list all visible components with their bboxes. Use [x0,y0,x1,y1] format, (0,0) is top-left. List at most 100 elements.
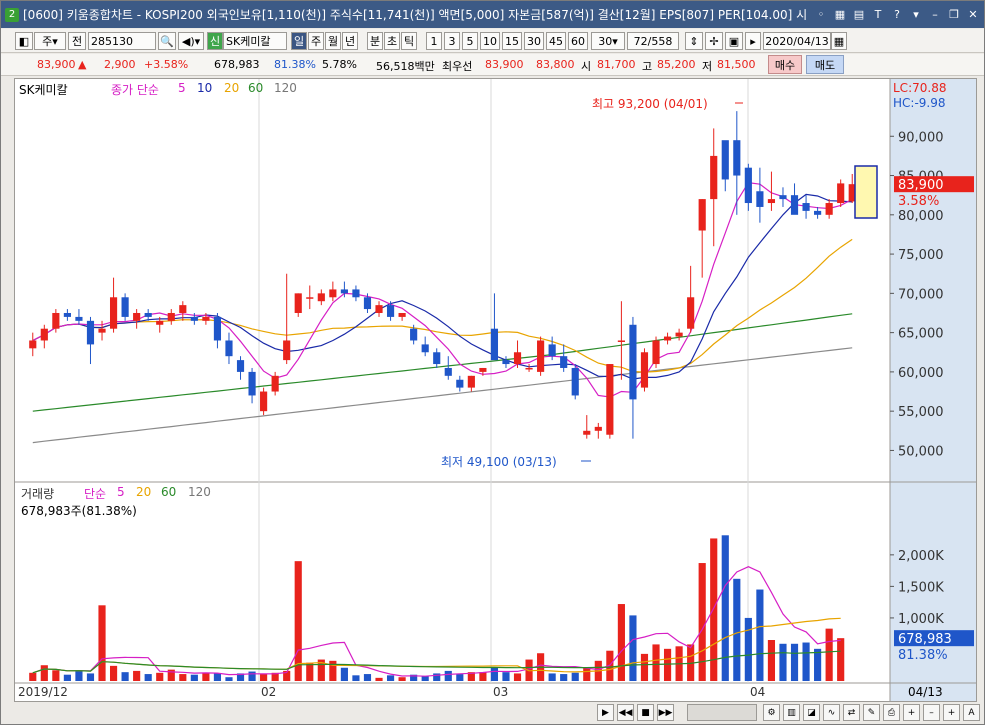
zoom-out-icon[interactable]: – [923,704,940,721]
volume-bar [444,670,452,681]
grid-icon[interactable]: ▦ [832,7,848,23]
close-icon[interactable]: ✕ [965,7,981,23]
candle-body [329,289,337,298]
candle-body [744,167,752,204]
stop-icon[interactable]: ■ [637,704,654,721]
volume-bar [202,673,210,681]
crosshair-icon[interactable]: ✢ [705,32,723,50]
text-icon[interactable]: T [870,7,886,23]
chart-canvas: 90,00085,00080,00075,00070,00065,00060,0… [15,79,976,701]
volume-bar [213,673,222,681]
play-icon[interactable]: ▶ [597,704,614,721]
link-icon[interactable]: ◦ [813,7,829,23]
volume-bar [375,677,383,681]
calendar-icon[interactable]: ▦ [831,32,847,50]
volume-bar [617,604,625,681]
candle-body [779,195,787,200]
settings-icon[interactable]: ⚙ [763,704,780,721]
custom-minute-select[interactable]: 30 ▾ [591,32,625,50]
volume-bar [156,672,164,681]
stock-code-input[interactable]: 285130 [88,32,156,50]
layout-icon[interactable]: ◧ [15,32,33,50]
zoom-icon[interactable]: ⇕ [685,32,703,50]
minute-5[interactable]: 5 [462,32,478,50]
minute-45[interactable]: 45 [546,32,566,50]
add-icon[interactable]: + [943,704,960,721]
volume-bar [98,605,106,681]
interval-tick[interactable]: 틱 [401,32,417,50]
chart-type-icon[interactable]: ▥ [783,704,800,721]
low-label: 저 [702,60,713,73]
scrollbar[interactable] [687,704,757,721]
draw-icon[interactable]: ✎ [863,704,880,721]
minute-30[interactable]: 30 [524,32,544,50]
dropdown-icon[interactable]: ▾ [908,7,924,23]
font-size-icon[interactable]: A [963,704,980,721]
candle-body [594,426,602,431]
toolbar: ◧ 주 ▾ 전 285130 🔍 ◀)▾ 신 SK케미칼 일 주 월 년 분 초 … [1,29,984,53]
candle-body [63,312,71,317]
pin-icon[interactable]: ▤ [851,7,867,23]
scroll-icon[interactable]: ▸ [745,32,761,50]
ma120-line [32,347,853,444]
minimize-icon[interactable]: – [927,7,943,23]
volume-bar [225,677,233,681]
volume-ma5-line [32,566,841,677]
rewind-icon[interactable]: ◀◀ [617,704,634,721]
candle-body [317,293,325,302]
date-label: 04 [750,685,765,699]
stock-name-field[interactable]: SK케미칼 [223,32,287,50]
volume-bar [248,671,256,681]
search-icon[interactable]: 🔍 [158,32,176,50]
volume-bar [721,535,729,681]
candle-body [687,297,695,329]
indicator-icon[interactable]: ◪ [803,704,820,721]
current-price: 83,900 [37,58,76,71]
chart-area[interactable]: 90,00085,00080,00075,00070,00065,00060,0… [14,78,977,702]
interval-year[interactable]: 년 [342,32,358,50]
candle-body [375,305,383,313]
forward-icon[interactable]: ▶▶ [657,704,674,721]
legend-ma5: 5 [178,81,186,95]
interval-second[interactable]: 초 [384,32,400,50]
buy-button[interactable]: 매수 [768,55,802,74]
interval-minute[interactable]: 분 [367,32,383,50]
date-input[interactable]: 2020/04/13 [763,32,831,50]
compare-icon[interactable]: ⇄ [843,704,860,721]
sound-icon[interactable]: ◀)▾ [178,32,204,50]
save-icon[interactable]: ▣ [725,32,743,50]
quote-bar: 83,900 ▲ 2,900 +3.58% 678,983 81.38% 5.7… [1,54,984,76]
volume-bar [698,563,706,681]
interval-day[interactable]: 일 [291,32,307,50]
restore-icon[interactable]: ❐ [946,7,962,23]
title-bar[interactable]: 2 [0600] 키움종합차트 - KOSPI200 외국인보유[1,110(천… [1,1,984,28]
trend-icon[interactable]: ∿ [823,704,840,721]
volume-bar [513,673,522,681]
volume-bar [663,648,672,681]
volume-bar [767,640,776,681]
minute-10[interactable]: 10 [480,32,500,50]
high-annotation: 최고 93,200 (04/01) [592,97,708,111]
candle-body [410,328,418,341]
volume-bar [75,670,83,681]
zoom-in-icon[interactable]: + [903,704,920,721]
forecast-box [854,165,878,219]
count-input[interactable]: 72/558 [627,32,679,50]
candle-body [421,344,429,353]
price-tick-label: 90,000 [898,130,944,145]
minute-3[interactable]: 3 [444,32,460,50]
interval-week[interactable]: 주 [308,32,324,50]
help-icon[interactable]: ? [889,7,905,23]
period-select[interactable]: 주 ▾ [34,32,66,50]
price-tick-label: 75,000 [898,248,944,263]
minute-15[interactable]: 15 [502,32,522,50]
prev-toggle[interactable]: 전 [68,32,86,50]
print-icon[interactable]: ⎙ [883,704,900,721]
candle-body [121,297,129,317]
interval-month[interactable]: 월 [325,32,341,50]
volume-bar [179,674,187,681]
candle-body [756,191,764,207]
minute-1[interactable]: 1 [426,32,442,50]
minute-60[interactable]: 60 [568,32,588,50]
sell-button[interactable]: 매도 [806,55,844,74]
